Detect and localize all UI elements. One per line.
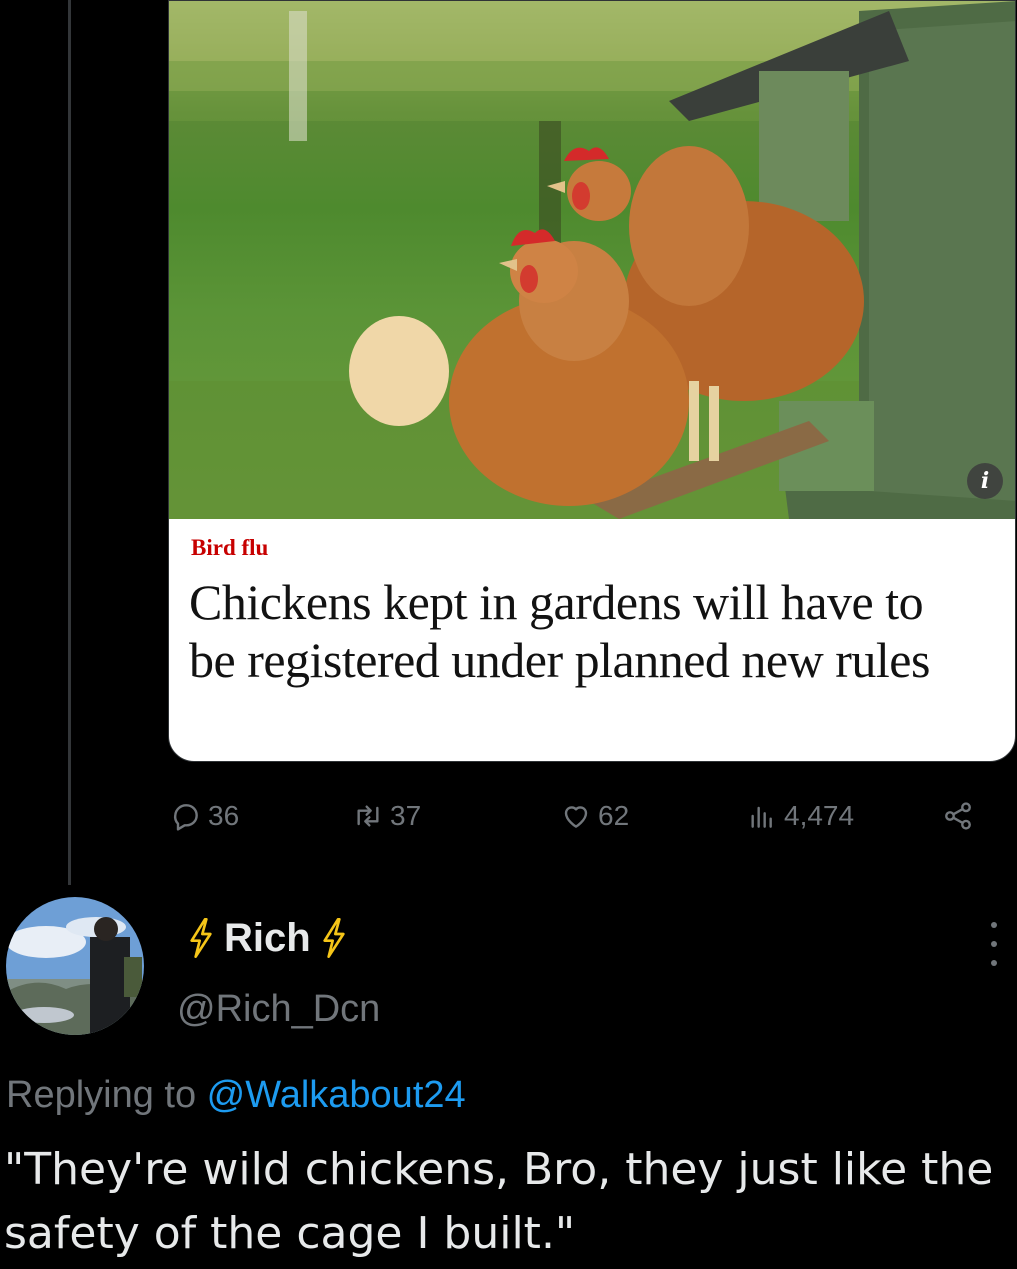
views-button[interactable]: 4,474 — [746, 792, 854, 840]
more-dot-icon — [991, 941, 997, 947]
share-icon — [945, 802, 971, 830]
more-dot-icon — [991, 960, 997, 966]
avatar[interactable] — [6, 897, 144, 1035]
share-button[interactable] — [942, 792, 974, 840]
views-count: 4,474 — [784, 800, 855, 831]
more-dot-icon — [991, 922, 997, 928]
more-options-button[interactable] — [980, 922, 1008, 966]
article-kicker: Bird flu — [191, 535, 269, 560]
repost-icon — [357, 805, 379, 827]
views-icon — [751, 806, 772, 828]
display-name-text: Rich — [224, 915, 311, 960]
lightning-bolt-icon — [186, 918, 216, 958]
article-image: i — [169, 1, 1015, 519]
lightning-bolt-icon — [319, 918, 349, 958]
display-name[interactable]: Rich — [186, 912, 349, 964]
like-count: 62 — [598, 800, 630, 831]
like-button[interactable]: 62 — [560, 792, 629, 840]
tweet-action-bar: 36 37 62 4,474 — [170, 792, 990, 842]
reply-button[interactable]: 36 — [170, 792, 239, 840]
repost-count: 37 — [390, 800, 422, 831]
replying-to-label: Replying to — [6, 1074, 207, 1116]
repost-button[interactable]: 37 — [352, 792, 421, 840]
link-preview-card[interactable]: i Bird flu Chickens kept in gardens will… — [168, 0, 1016, 762]
reply-icon — [173, 804, 198, 831]
user-handle[interactable]: @Rich_Dcn — [177, 988, 380, 1031]
info-icon[interactable]: i — [967, 463, 1003, 499]
article-headline: Chickens kept in gardens will have to be… — [189, 574, 930, 688]
reply-tweet-text: "They're wild chickens, Bro, they just l… — [4, 1144, 994, 1259]
thread-connector-line — [68, 0, 71, 885]
tweet-thread: i Bird flu Chickens kept in gardens will… — [0, 0, 1017, 1269]
replying-to-mention[interactable]: @Walkabout24 — [207, 1074, 466, 1116]
replying-to: Replying to @Walkabout24 — [6, 1074, 466, 1117]
like-icon — [564, 806, 588, 828]
reply-count: 36 — [208, 800, 240, 831]
